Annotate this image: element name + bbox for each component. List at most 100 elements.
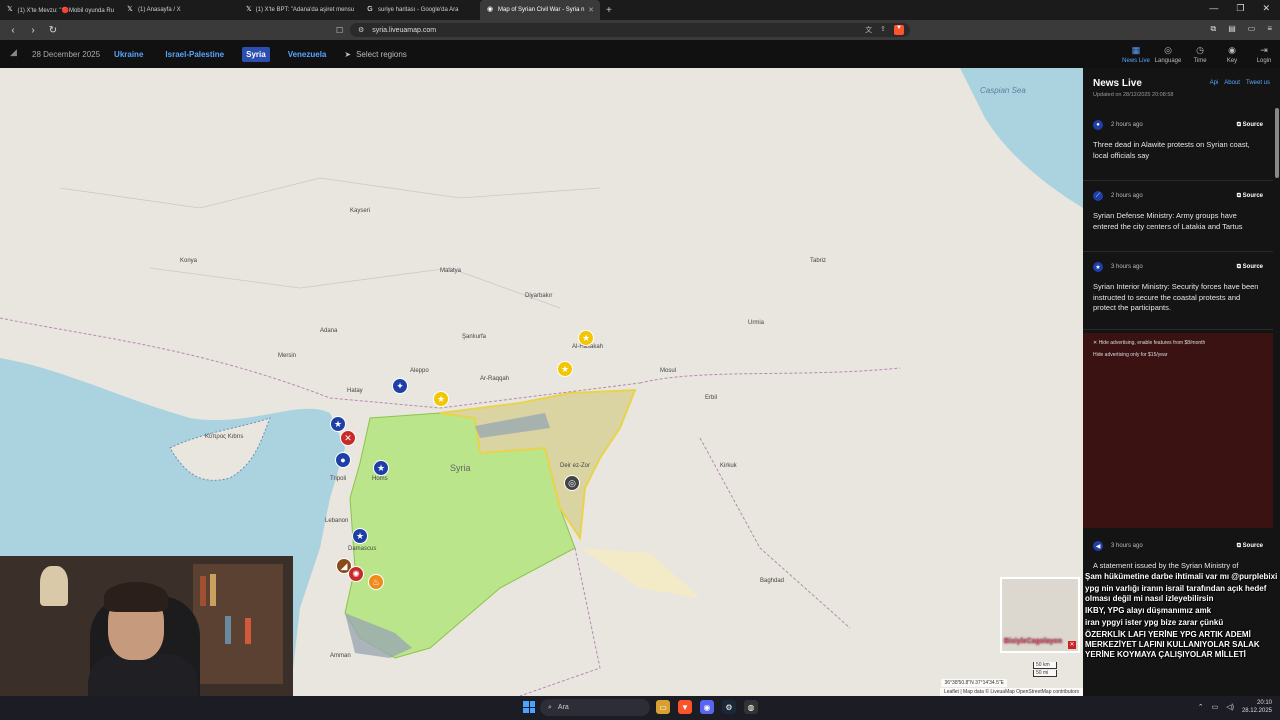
new-tab-button[interactable]: + — [606, 5, 612, 16]
taskbar-clock[interactable]: 20:10 28.12.2025 — [1242, 699, 1272, 715]
star-marker[interactable]: ★ — [373, 460, 389, 476]
login-button[interactable]: ⇥ Login — [1248, 40, 1280, 68]
news-text: A statement issued by the Syrian Ministr… — [1093, 561, 1239, 570]
start-button[interactable] — [523, 701, 535, 713]
source-link[interactable]: ⧉ Source — [1237, 543, 1263, 550]
login-label: Login — [1256, 57, 1272, 64]
explosion-marker[interactable]: ✺ — [348, 566, 364, 582]
address-bar[interactable]: ☐ ⚙ syria.liveuamap.com 文 ⇪ ▼ — [336, 23, 910, 37]
volume-icon[interactable]: ◁) — [1226, 703, 1234, 711]
fire-marker[interactable]: ♨ — [368, 574, 384, 590]
windows-taskbar: ⌕ Ara ▭ ▼ ◉ ⚙ ◍ ⌃ ▭ ◁) 20:10 28.12.2025 — [0, 696, 1280, 720]
close-tab-icon[interactable]: ✕ — [588, 6, 594, 14]
source-link[interactable]: ⧉ Source — [1237, 264, 1263, 271]
minimap-overlay: BixiyleCagolayen ✕ — [1000, 577, 1080, 653]
brave-icon[interactable]: ▼ — [678, 700, 692, 714]
brave-shields-icon[interactable]: ▼ — [894, 25, 904, 35]
map-scale: 50 km 50 mi — [1033, 662, 1057, 678]
source-link[interactable]: ⧉ Source — [1237, 122, 1263, 129]
window-controls: — ❐ ✕ — [1209, 3, 1270, 14]
chat-message: IKBY, YPG alayı düşmanımız amk — [1085, 606, 1212, 615]
translate-icon[interactable]: 文 — [865, 25, 872, 35]
pin-marker[interactable]: ◎ — [564, 475, 580, 491]
network-icon[interactable]: ▭ — [1212, 703, 1219, 711]
back-icon[interactable]: ‹ — [6, 25, 20, 36]
news-item[interactable]: ⟋ 2 hours ago ⧉ Source Syrian Defense Mini… — [1083, 189, 1273, 252]
news-item[interactable]: ● 2 hours ago ⧉ Source Three dead in Alawi… — [1083, 118, 1273, 181]
star-marker[interactable]: ★ — [578, 330, 594, 346]
tab-2[interactable]: 𝕏 (1) Anasayfa / X — [120, 0, 240, 20]
source-link[interactable]: ⧉ Source — [1237, 193, 1263, 200]
wallet-icon[interactable]: ▭ — [1248, 24, 1256, 34]
tweet-us-link[interactable]: Tweet us — [1246, 80, 1270, 86]
news-scrollbar[interactable] — [1275, 108, 1279, 178]
time-label: Time — [1193, 57, 1207, 64]
region-syria[interactable]: Syria — [242, 46, 270, 62]
tab-5-active[interactable]: ◉ Map of Syrian Civil War - Syria n ✕ — [480, 0, 600, 20]
region-israel-palestine[interactable]: Israel-Palestine — [161, 47, 228, 62]
chevron-up-icon[interactable]: ⌃ — [1198, 703, 1204, 711]
clock-icon: ◷ — [1196, 44, 1204, 55]
star-marker[interactable]: ★ — [433, 391, 449, 407]
browser-extensions: ⧉ ▤ ▭ ≡ — [1210, 24, 1272, 34]
book — [210, 574, 216, 606]
star-marker[interactable]: ★ — [557, 361, 573, 377]
discord-icon[interactable]: ◉ — [700, 700, 714, 714]
tab-label: (1) Anasayfa / X — [138, 7, 181, 13]
about-link[interactable]: About — [1224, 80, 1240, 86]
steam-icon[interactable]: ⚙ — [722, 700, 736, 714]
extensions-icon[interactable]: ⧉ — [1210, 24, 1216, 34]
star-marker[interactable]: ★ — [352, 528, 368, 544]
news-live-button[interactable]: ▦ News Live — [1120, 40, 1152, 68]
news-time: 2 hours ago — [1111, 122, 1143, 128]
close-window-icon[interactable]: ✕ — [1262, 3, 1270, 14]
reload-icon[interactable]: ↻ — [46, 25, 60, 36]
tab-4[interactable]: Gsuriye haritası - Google'da Ara — [360, 0, 480, 20]
news-time: 2 hours ago — [1111, 193, 1143, 199]
advertisement-block: ✕ Hide advertising, enable features from… — [1083, 333, 1273, 528]
minimize-icon[interactable]: — — [1209, 3, 1218, 14]
news-icon: ▦ — [1131, 44, 1141, 55]
key-label: Key — [1226, 57, 1238, 64]
region-venezuela[interactable]: Venezuela — [284, 47, 331, 62]
shield-marker[interactable]: ✦ — [392, 378, 408, 394]
tab-3[interactable]: 𝕏 (1) X'te BPT: "Adana'da aşiret mensu — [240, 0, 360, 20]
select-regions-label: Select regions — [356, 49, 407, 59]
malatya-label: Malatya — [440, 268, 462, 274]
select-regions-button[interactable]: ➤ Select regions — [344, 50, 406, 59]
forward-icon[interactable]: › — [26, 25, 40, 36]
region-ukraine[interactable]: Ukraine — [110, 47, 147, 62]
news-time: 3 hours ago — [1111, 543, 1143, 549]
hatay-label: Hatay — [347, 388, 363, 394]
hide-ads-monthly[interactable]: ✕ Hide advertising, enable features from… — [1083, 333, 1273, 346]
news-links: Api About Tweet us — [1210, 80, 1270, 86]
news-item[interactable]: ★ 3 hours ago ⧉ Source Syrian Interior Min… — [1083, 260, 1273, 330]
star-marker[interactable]: ★ — [330, 416, 346, 432]
taskbar-search[interactable]: ⌕ Ara — [540, 699, 650, 716]
obs-icon[interactable]: ◍ — [744, 700, 758, 714]
clock-date: 28.12.2025 — [1241, 708, 1272, 714]
tab-1[interactable]: 𝕏 (1) X'te Mevzu: "🔴Mobil oyunda Ru — [0, 0, 120, 20]
map-attribution[interactable]: Leaflet | Map data © LiveuaMap OpenStree… — [939, 688, 1083, 696]
site-info-icon[interactable]: ⚙ — [358, 26, 364, 34]
share-icon[interactable]: ⇪ — [880, 25, 886, 35]
menu-icon[interactable]: ≡ — [1267, 24, 1272, 34]
system-tray: ⌃ ▭ ◁) 20:10 28.12.2025 — [1198, 699, 1272, 715]
time-button[interactable]: ◷ Time — [1184, 40, 1216, 68]
language-icon: ◎ — [1164, 44, 1172, 55]
api-link[interactable]: Api — [1210, 80, 1219, 86]
caspian-sea-label: Caspian Sea — [980, 86, 1026, 95]
file-explorer-icon[interactable]: ▭ — [656, 700, 670, 714]
streamer-webcam — [0, 556, 293, 696]
skull-marker[interactable]: ● — [335, 452, 351, 468]
scale-mi: 50 mi — [1033, 670, 1057, 677]
site-logo-icon[interactable]: ◢ — [10, 47, 24, 61]
maximize-icon[interactable]: ❐ — [1236, 3, 1244, 14]
clash-marker[interactable]: ✕ — [340, 430, 356, 446]
hide-ads-yearly[interactable]: Hide advertising only for $15/year — [1083, 346, 1273, 358]
sidebar-icon[interactable]: ▤ — [1228, 24, 1236, 34]
key-button[interactable]: ◉ Key — [1216, 40, 1248, 68]
language-button[interactable]: ◎ Language — [1152, 40, 1184, 68]
close-icon[interactable]: ✕ — [1068, 641, 1076, 649]
bookmark-icon[interactable]: ☐ — [336, 26, 343, 35]
